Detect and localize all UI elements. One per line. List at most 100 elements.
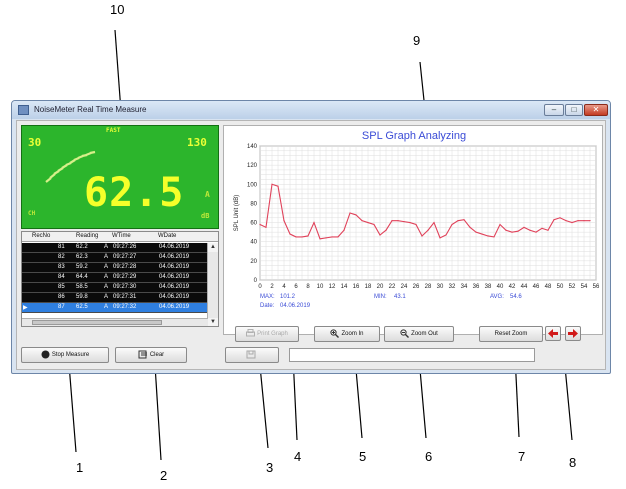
spl-data-point: [541, 227, 543, 229]
column-header-wdate[interactable]: WDate: [158, 233, 176, 239]
leader-line-1: [68, 363, 77, 453]
scroll-right-button[interactable]: [565, 326, 581, 341]
table-row[interactable]: 83 59.2 A 09:27:28 04.06.2019: [22, 263, 208, 273]
zoom-in-icon: [330, 329, 340, 338]
spl-data-point: [361, 220, 363, 222]
title-bar[interactable]: NoiseMeter Real Time Measure – □ ✕: [12, 101, 610, 119]
stop-measure-button[interactable]: Stop Measure: [21, 347, 109, 363]
spl-graph-panel: SPL Graph Analyzing 0 20 40 60 80 100 120 140 0 2…: [223, 125, 603, 335]
close-button[interactable]: ✕: [584, 104, 608, 116]
weighting-cell: A: [104, 304, 109, 310]
clear-icon: [138, 350, 147, 359]
spl-data-point: [325, 237, 327, 239]
clear-button[interactable]: Clear: [115, 347, 187, 363]
callout-4: 4: [294, 449, 302, 464]
reset-zoom-button[interactable]: Reset Zoom: [479, 326, 543, 342]
wdate-cell: 04.06.2019: [159, 284, 190, 290]
callout-6: 6: [425, 449, 433, 464]
save-icon: [246, 350, 256, 359]
spl-data-point: [565, 220, 567, 222]
callout-3: 3: [266, 460, 274, 475]
scroll-down-icon[interactable]: ▼: [208, 318, 218, 326]
spl-data-point: [499, 223, 501, 226]
save-button[interactable]: [225, 347, 279, 363]
recno-cell: 86: [58, 294, 65, 300]
table-row[interactable]: 81 62.2 A 09:27:26 04.06.2019: [22, 243, 208, 253]
spl-data-point: [277, 185, 279, 187]
column-header-reading[interactable]: Reading: [76, 233, 98, 239]
wdate-cell: 04.06.2019: [159, 244, 190, 250]
x-tick-label: 8: [306, 284, 310, 290]
column-header-wtime[interactable]: WTime: [112, 233, 131, 239]
spl-data-point: [439, 237, 441, 239]
maximize-button[interactable]: □: [565, 104, 583, 116]
table-row[interactable]: 86 59.8 A 09:27:31 04.06.2019: [22, 293, 208, 303]
status-field[interactable]: [289, 348, 535, 362]
spl-data-point: [337, 236, 339, 238]
y-tick-label: 120: [247, 163, 258, 169]
spl-data-point: [577, 220, 579, 222]
x-tick-label: 2: [270, 284, 274, 290]
x-tick-label: 32: [449, 284, 456, 290]
spl-data-point: [343, 229, 345, 231]
leader-line-2: [154, 364, 162, 461]
table-row[interactable]: 85 58.5 A 09:27:30 04.06.2019: [22, 283, 208, 293]
recno-cell: 83: [58, 264, 65, 270]
app-icon: [18, 105, 29, 115]
x-tick-label: 6: [294, 284, 298, 290]
spl-data-point: [295, 236, 297, 238]
lcd-weighting: A: [205, 190, 210, 199]
wtime-cell: 09:27:32: [113, 304, 137, 310]
recno-cell: 81: [58, 244, 65, 250]
spl-data-point: [457, 220, 459, 222]
spl-data-point: [271, 183, 273, 185]
spl-data-point: [493, 236, 495, 238]
weighting-cell: A: [104, 274, 109, 280]
wtime-cell: 09:27:29: [113, 274, 137, 280]
spl-data-point: [535, 231, 537, 233]
app-window: NoiseMeter Real Time Measure – □ ✕ 30 FA…: [11, 100, 611, 374]
wdate-cell: 04.06.2019: [159, 264, 190, 270]
lcd-reading: 62.5: [84, 170, 185, 216]
scroll-thumb[interactable]: [32, 320, 162, 325]
table-row[interactable]: 84 64.4 A 09:27:29 04.06.2019: [22, 273, 208, 283]
spl-data-point: [313, 221, 315, 224]
minimize-button[interactable]: –: [544, 104, 564, 116]
spl-data-point: [355, 214, 357, 216]
x-tick-label: 42: [509, 284, 516, 290]
callout-2: 2: [160, 468, 168, 483]
spl-data-point: [265, 226, 267, 228]
x-tick-label: 18: [365, 284, 372, 290]
horizontal-scrollbar[interactable]: [22, 318, 208, 326]
wtime-cell: 09:27:30: [113, 284, 137, 290]
x-tick-label: 10: [317, 284, 324, 290]
recno-cell: 84: [58, 274, 65, 280]
table-row[interactable]: ▶ 87 62.5 A 09:27:32 04.06.2019: [22, 303, 208, 313]
reading-cell: 62.5: [76, 304, 88, 310]
y-tick-label: 140: [247, 144, 258, 150]
records-table[interactable]: RecNo Reading WTime WDate 81 62.2 A 09:27:2…: [21, 231, 219, 327]
scroll-up-icon[interactable]: ▲: [208, 243, 218, 252]
spl-data-point: [463, 219, 465, 221]
spl-data-point: [373, 223, 375, 226]
vertical-scrollbar[interactable]: ▲ ▼: [207, 243, 218, 326]
spl-data-point: [445, 234, 447, 236]
y-tick-label: 60: [250, 221, 257, 227]
scroll-left-button[interactable]: [545, 326, 561, 341]
weighting-cell: A: [104, 264, 109, 270]
column-header-recno[interactable]: RecNo: [32, 233, 50, 239]
y-tick-label: 40: [250, 240, 257, 246]
spl-data-point: [475, 231, 477, 233]
table-row[interactable]: 82 62.3 A 09:27:27 04.06.2019: [22, 253, 208, 263]
zoom-in-button[interactable]: Zoom In: [314, 326, 380, 342]
lcd-unit: dB: [201, 212, 210, 220]
spl-data-point: [511, 231, 513, 233]
x-tick-label: 22: [389, 284, 396, 290]
print-graph-button[interactable]: Print Graph: [235, 326, 299, 342]
zoom-out-button[interactable]: Zoom Out: [384, 326, 454, 342]
spl-data-point: [331, 236, 333, 238]
wtime-cell: 09:27:31: [113, 294, 137, 300]
stop-measure-label: Stop Measure: [51, 352, 90, 358]
table-header: RecNo Reading WTime WDate: [22, 232, 218, 242]
reading-cell: 59.2: [76, 264, 88, 270]
